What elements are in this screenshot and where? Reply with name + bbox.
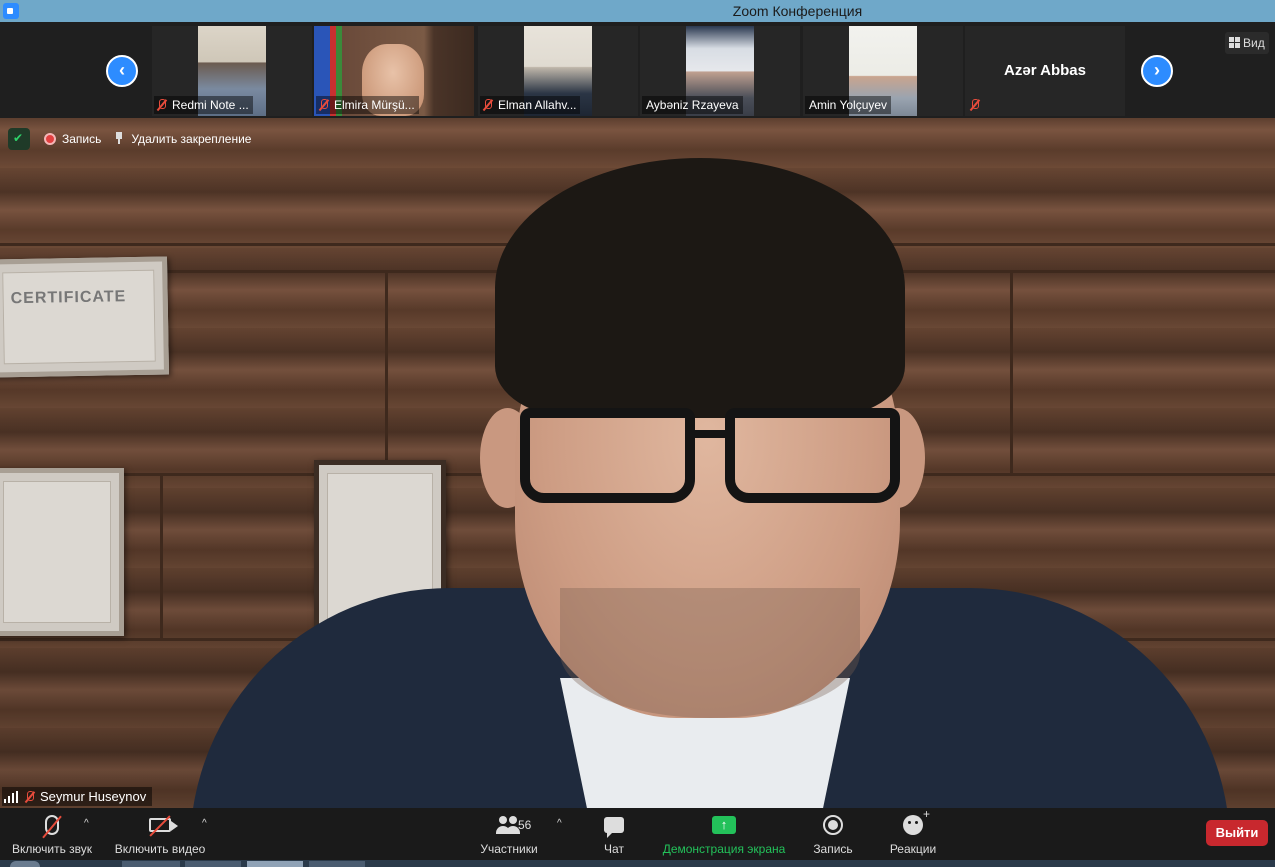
signal-strength-icon <box>4 790 18 803</box>
grid-view-icon <box>1229 37 1240 48</box>
participant-strip: ‹ Redmi Note ... Elmira Mürşü... Elman A… <box>0 22 1275 118</box>
participant-name-row: Redmi Note ... <box>154 96 253 114</box>
participants-options-caret[interactable]: ^ <box>557 818 562 829</box>
start-video-button[interactable]: Включить видео <box>112 812 208 856</box>
participant-tile[interactable]: Amin Yolçuyev <box>803 26 963 116</box>
camera-off-icon <box>149 818 178 832</box>
speaker-person <box>0 118 1275 808</box>
next-page-button[interactable]: › <box>1141 55 1173 87</box>
participant-name-row: Elmira Mürşü... <box>316 96 419 114</box>
participant-name: Amin Yolçuyev <box>809 98 888 112</box>
unmute-button[interactable]: Включить звук <box>8 812 96 856</box>
mic-muted-icon <box>318 99 330 111</box>
participant-name-row <box>967 96 989 114</box>
mic-muted-icon <box>24 790 36 803</box>
glasses <box>520 408 910 508</box>
record-icon <box>823 815 843 835</box>
participant-tile[interactable]: Aybəniz Rzayeva <box>640 26 800 116</box>
mic-muted-icon <box>156 99 168 111</box>
os-taskbar <box>0 860 1275 867</box>
participant-name-row: Amin Yolçuyev <box>805 96 892 114</box>
meeting-status-bar: Запись Удалить закрепление <box>8 128 251 150</box>
smiley-icon <box>903 807 930 835</box>
view-label: Вид <box>1243 36 1265 50</box>
record-dot-icon <box>44 133 56 145</box>
participant-name: Elman Allahv... <box>498 98 577 112</box>
unpin-button[interactable]: Удалить закрепление <box>115 132 251 146</box>
chat-icon <box>604 817 624 838</box>
participant-name-row: Aybəniz Rzayeva <box>642 96 743 114</box>
participant-tile[interactable]: Redmi Note ... <box>152 26 312 116</box>
microphone-muted-icon <box>45 815 59 835</box>
view-button[interactable]: Вид <box>1225 32 1269 54</box>
record-button[interactable]: Запись <box>810 812 856 856</box>
leave-button[interactable]: Выйти <box>1206 820 1268 846</box>
participant-name: Elmira Mürşü... <box>334 98 415 112</box>
share-screen-button[interactable]: ↑ Демонстрация экрана <box>660 812 788 856</box>
main-speaker-video: CERTIFICATE Запись Удалить закрепление <box>0 118 1275 808</box>
encryption-shield-icon[interactable] <box>8 128 30 150</box>
speaker-name-label: Seymur Huseynov <box>2 787 153 806</box>
participant-name: Redmi Note ... <box>172 98 249 112</box>
participant-tile[interactable]: Elmira Mürşü... <box>314 26 474 116</box>
prev-page-button[interactable]: ‹ <box>106 55 138 87</box>
mic-muted-icon <box>482 99 494 111</box>
meeting-toolbar: Включить звук ^ Включить видео ^ 56 Учас… <box>0 807 1275 860</box>
video-options-caret[interactable]: ^ <box>202 818 207 829</box>
hair <box>495 158 905 418</box>
participant-name-large: Azər Abbas <box>1004 62 1086 79</box>
recording-indicator[interactable]: Запись <box>44 132 101 146</box>
zoom-window: Zoom Конференция ‹ Redmi Note ... Elmira… <box>0 0 1275 867</box>
share-screen-icon: ↑ <box>712 816 736 834</box>
mic-muted-icon <box>969 99 981 111</box>
window-title: Zoom Конференция <box>732 3 863 19</box>
title-bar: Zoom Конференция <box>0 0 1275 22</box>
participant-name: Aybəniz Rzayeva <box>646 98 739 112</box>
participant-name-row: Elman Allahv... <box>480 96 581 114</box>
audio-options-caret[interactable]: ^ <box>84 818 89 829</box>
participant-tile[interactable]: Azər Abbas <box>965 26 1125 116</box>
chat-button[interactable]: Чат <box>596 812 632 856</box>
speaker-name: Seymur Huseynov <box>40 789 147 804</box>
participants-button[interactable]: 56 Участники <box>476 812 542 856</box>
pin-icon <box>115 132 123 144</box>
participants-count: 56 <box>518 818 532 832</box>
reactions-button[interactable]: Реакции <box>886 807 940 856</box>
participant-tile[interactable]: Elman Allahv... <box>478 26 638 116</box>
